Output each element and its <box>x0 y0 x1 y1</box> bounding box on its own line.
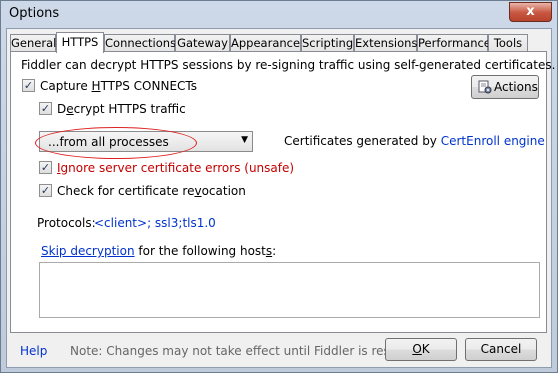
ignore-errors-label: Ignore server certificate errors (unsafe… <box>57 161 295 175</box>
process-filter-value: ...from all processes <box>48 135 169 149</box>
cancel-button[interactable]: Cancel <box>465 338 537 361</box>
dialog-body: General HTTPS Connections Gateway Appear… <box>6 28 555 368</box>
options-window: Options x General HTTPS Connections Gate… <box>0 0 558 373</box>
skip-decryption-line: Skip decryption for the following hosts: <box>41 244 277 258</box>
capture-connects-label: Capture HTTPS CONNECTs <box>40 79 198 93</box>
ok-button[interactable]: OK <box>385 338 457 361</box>
tab-general[interactable]: General <box>10 34 56 52</box>
actions-label: Actions <box>494 80 538 94</box>
decrypt-https-label: Decrypt HTTPS traffic <box>57 102 186 116</box>
https-panel: Fiddler can decrypt HTTPS sessions by re… <box>10 51 555 333</box>
capture-connects-checkbox[interactable]: ✓ <box>22 79 35 92</box>
skip-decryption-link[interactable]: Skip decryption <box>41 244 135 258</box>
tab-appearance[interactable]: Appearance <box>230 34 301 52</box>
chevron-down-icon: ▼ <box>241 135 248 145</box>
tab-scripting[interactable]: Scripting <box>301 34 354 52</box>
tab-gateway[interactable]: Gateway <box>175 34 230 52</box>
tab-tools[interactable]: Tools <box>488 34 528 52</box>
revocation-label: Check for certificate revocation <box>57 184 246 198</box>
title-bar[interactable]: Options x <box>1 1 557 28</box>
protocols-label: Protocols: <box>37 216 96 230</box>
skip-hosts-textarea[interactable] <box>39 262 540 318</box>
process-filter-dropdown[interactable]: ...from all processes ▼ <box>39 131 253 152</box>
decrypt-https-checkbox[interactable]: ✓ <box>39 102 52 115</box>
tab-connections[interactable]: Connections <box>104 34 176 52</box>
tab-performance[interactable]: Performance <box>417 34 491 52</box>
cancel-label: Cancel <box>480 342 522 356</box>
window-title: Options <box>9 6 60 21</box>
help-link[interactable]: Help <box>20 344 47 358</box>
tab-https[interactable]: HTTPS <box>56 32 104 53</box>
restart-note: Note: Changes may not take effect until … <box>70 344 431 358</box>
protocols-link[interactable]: <client>; ssl3;tls1.0 <box>94 216 216 230</box>
ignore-errors-checkbox[interactable]: ✓ <box>39 161 52 174</box>
close-button[interactable]: x <box>509 2 552 22</box>
ok-label: OK <box>412 342 430 356</box>
actions-button[interactable]: Actions <box>471 75 539 99</box>
cert-generator-text: Certificates generated by CertEnroll eng… <box>284 134 545 148</box>
certificate-gear-icon <box>478 80 492 94</box>
cert-engine-link[interactable]: CertEnroll engine <box>441 134 545 148</box>
revocation-checkbox[interactable]: ✓ <box>39 184 52 197</box>
tab-extensions[interactable]: Extensions <box>354 34 417 52</box>
https-description: Fiddler can decrypt HTTPS sessions by re… <box>21 58 556 72</box>
